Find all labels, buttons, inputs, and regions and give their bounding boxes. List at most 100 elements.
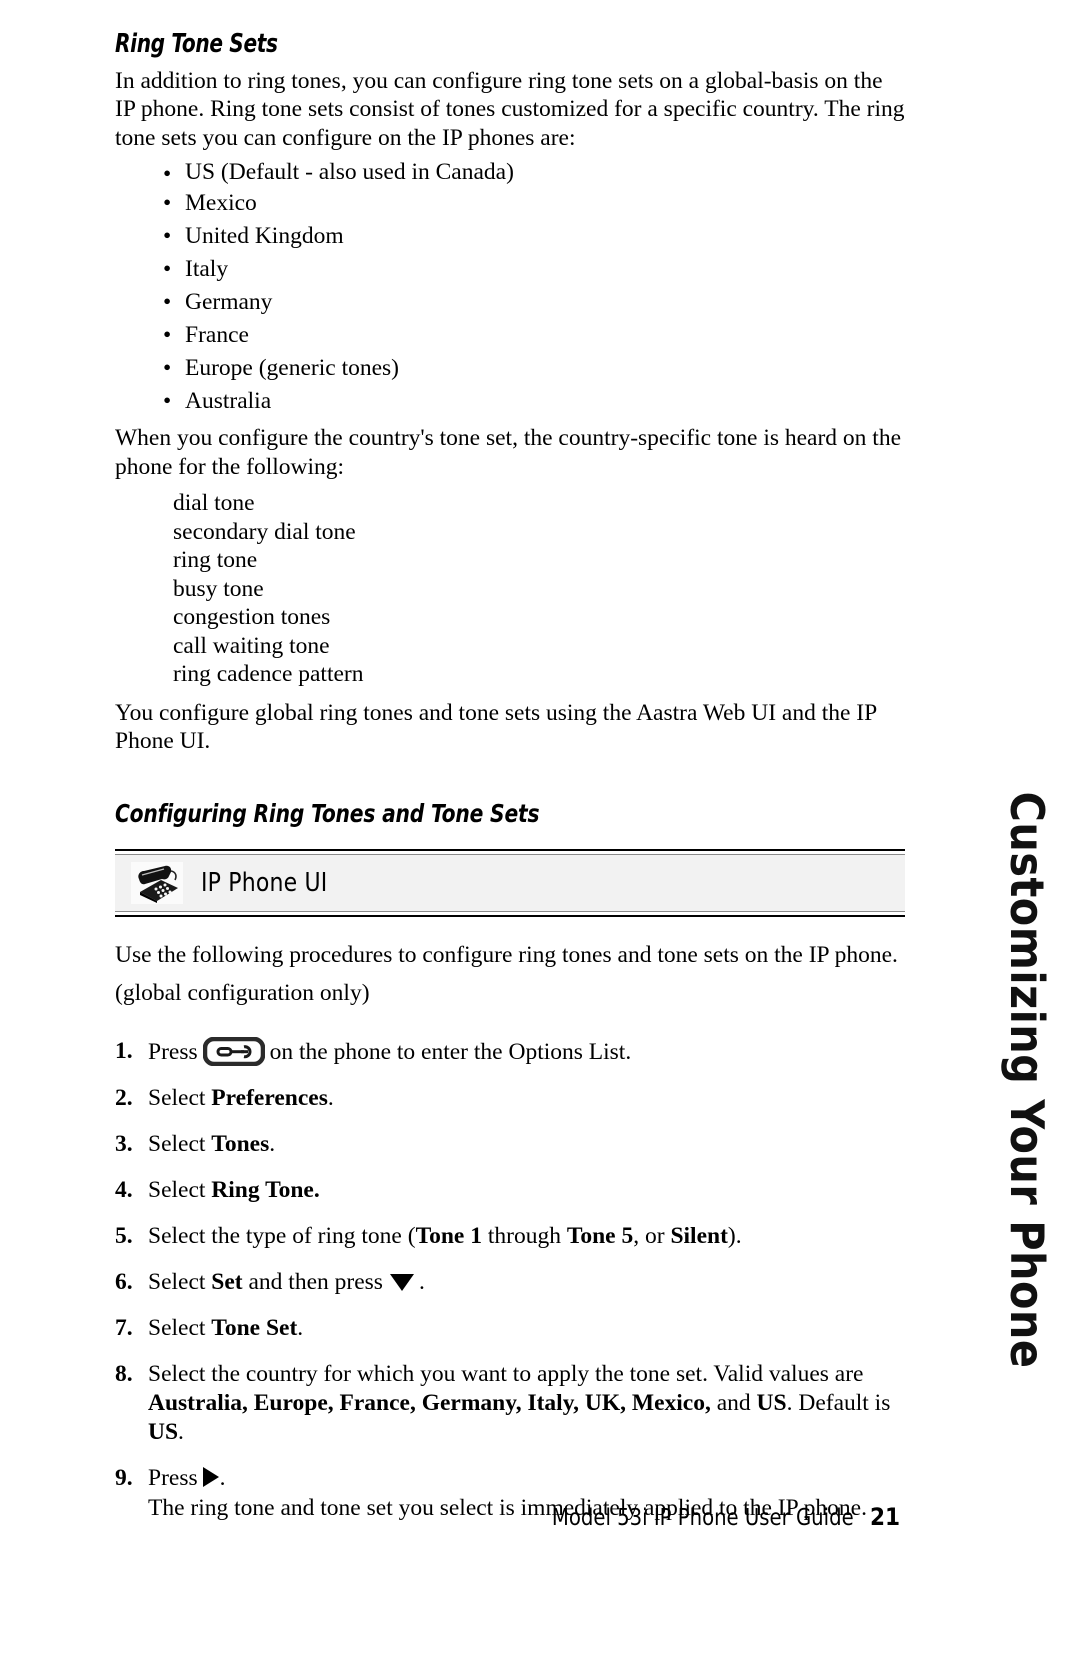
step-text-mid-2: , or: [633, 1223, 671, 1250]
step-text-pre: Select: [148, 1269, 206, 1296]
list-item-label: Germany: [185, 289, 273, 316]
step-text-post: ).: [727, 1223, 742, 1250]
banner-row: IP Phone UI: [115, 855, 905, 912]
list-item: secondary dial tone: [173, 518, 356, 545]
affected-tones-list: dial tone secondary dial tone ring tone …: [115, 489, 905, 689]
banner-bottom-rule: [115, 911, 905, 918]
list-item-label: Mexico: [185, 190, 257, 217]
step-text-post: .: [219, 1465, 226, 1492]
list-item: • Mexico: [163, 187, 905, 220]
procedure-steps: 1. Press on the phone to enter the Options…: [115, 1037, 905, 1523]
list-item: ring cadence pattern: [173, 661, 364, 688]
step-1: 1. Press on the phone to enter the Options…: [115, 1037, 905, 1067]
list-item: • US (Default - also used in Canada): [163, 158, 905, 187]
list-item: congestion tones: [173, 604, 331, 631]
step-text-post: on the phone to enter the Options List.: [269, 1039, 632, 1066]
list-item: call waiting tone: [173, 632, 330, 659]
step-emphasis-tone1: Tone 1: [415, 1223, 482, 1250]
list-item-label: Australia: [185, 388, 272, 415]
step-number: 6.: [115, 1269, 133, 1296]
chapter-side-tab-label: Customizing Your Phone: [1000, 791, 1054, 1369]
list-item-label: Europe (generic tones): [185, 355, 400, 382]
procedure-lead-line-2: (global configuration only): [115, 979, 370, 1006]
step-emphasis-tone5: Tone 5: [566, 1223, 634, 1250]
step-3: 3. Select Tones.: [115, 1130, 905, 1159]
list-item-label: France: [185, 322, 249, 349]
step-text-post: .: [269, 1131, 276, 1158]
step-text-post: .: [178, 1419, 184, 1446]
list-item-label: US (Default - also used in Canada): [185, 159, 514, 186]
list-item: busy tone: [173, 575, 264, 602]
step-emphasis-country-list: Australia, Europe, France, Germany, Ital…: [148, 1390, 711, 1417]
step-8: 8. Select the country for which you want …: [115, 1360, 905, 1447]
step-7: 7. Select Tone Set.: [115, 1314, 905, 1343]
step-emphasis: Preferences: [211, 1085, 328, 1112]
step-number: 1.: [115, 1038, 133, 1065]
list-item: • Italy: [163, 253, 905, 286]
list-item-label: Italy: [185, 256, 229, 283]
list-item: • Germany: [163, 286, 905, 319]
step-text-pre: Select: [148, 1177, 206, 1204]
step-text-post: .: [327, 1085, 334, 1112]
subsection-heading: Configuring Ring Tones and Tone Sets: [115, 798, 540, 828]
step-emphasis: Tones: [211, 1131, 270, 1158]
step-emphasis-us: US: [756, 1390, 787, 1417]
bullet-icon: •: [163, 355, 172, 382]
procedure-lead-line-1: Use the following procedures to configur…: [115, 942, 898, 969]
step-emphasis: Set: [211, 1269, 243, 1296]
section-intro-paragraph: In addition to ring tones, you can confi…: [115, 67, 905, 151]
list-item: ring tone: [173, 547, 258, 574]
banner-label: IP Phone UI: [201, 868, 328, 899]
step-2: 2. Select Preferences.: [115, 1084, 905, 1113]
step-text-pre: Press: [148, 1465, 198, 1492]
triangle-down-icon[interactable]: [389, 1274, 414, 1292]
page-footer: Model 53i IP Phone User Guide 21: [0, 1503, 1080, 1531]
step-number: 9.: [115, 1465, 133, 1492]
step-text-mid-2: . Default is: [786, 1390, 891, 1417]
bullet-icon: •: [163, 388, 172, 415]
options-key-icon[interactable]: [202, 1037, 265, 1067]
step-number: 4.: [115, 1177, 133, 1204]
ip-phone-ui-banner: IP Phone UI: [115, 849, 905, 918]
step-text-mid: and: [710, 1390, 757, 1417]
step-text-pre: Select the type of ring tone (: [148, 1223, 416, 1250]
step-number: 5.: [115, 1223, 133, 1250]
step-4: 4. Select Ring Tone.: [115, 1176, 905, 1205]
step-emphasis-default-us: US: [148, 1419, 179, 1446]
list-item: • France: [163, 319, 905, 352]
list-item: • United Kingdom: [163, 220, 905, 253]
list-item: dial tone: [173, 490, 255, 517]
page-content: Ring Tone Sets In addition to ring tones…: [115, 30, 905, 1540]
step-text-mid: and then press: [248, 1269, 383, 1296]
step-text-pre: Select: [148, 1131, 206, 1158]
desk-phone-icon: [131, 862, 183, 905]
bullet-icon: •: [163, 223, 172, 250]
bullet-icon: •: [163, 322, 172, 349]
step-text-pre: Press: [148, 1039, 198, 1066]
list-item: • Australia: [163, 385, 905, 418]
chapter-side-tab: Customizing Your Phone: [992, 720, 1062, 1440]
list-item-label: United Kingdom: [185, 223, 344, 250]
step-text-mid-1: through: [481, 1223, 567, 1250]
step-text-pre: Select: [148, 1085, 206, 1112]
document-page: Ring Tone Sets In addition to ring tones…: [0, 0, 1080, 1669]
step-emphasis: Tone Set: [211, 1315, 298, 1342]
step-number: 7.: [115, 1315, 133, 1342]
footer-document-title: Model 53i IP Phone User Guide: [552, 1505, 854, 1531]
footer-page-number: 21: [869, 1503, 900, 1531]
step-emphasis: Ring Tone.: [211, 1177, 320, 1204]
step-text-pre: Select the country for which you want to…: [148, 1361, 864, 1388]
triangle-right-icon[interactable]: [202, 1467, 219, 1488]
step-emphasis-silent: Silent: [670, 1223, 728, 1250]
list-item: • Europe (generic tones): [163, 352, 905, 385]
step-6: 6. Select Set and then press.: [115, 1268, 905, 1297]
country-tone-intro-paragraph: When you configure the country's tone se…: [115, 425, 902, 480]
step-text-post: .: [418, 1269, 425, 1296]
tone-set-country-list: • US (Default - also used in Canada) • Mex…: [115, 158, 905, 418]
step-text-post: .: [297, 1315, 304, 1342]
closing-paragraph: You configure global ring tones and tone…: [115, 699, 877, 755]
bullet-icon: •: [163, 190, 172, 217]
step-text-pre: Select: [148, 1315, 206, 1342]
step-number: 2.: [115, 1085, 133, 1112]
bullet-icon: •: [163, 256, 172, 283]
